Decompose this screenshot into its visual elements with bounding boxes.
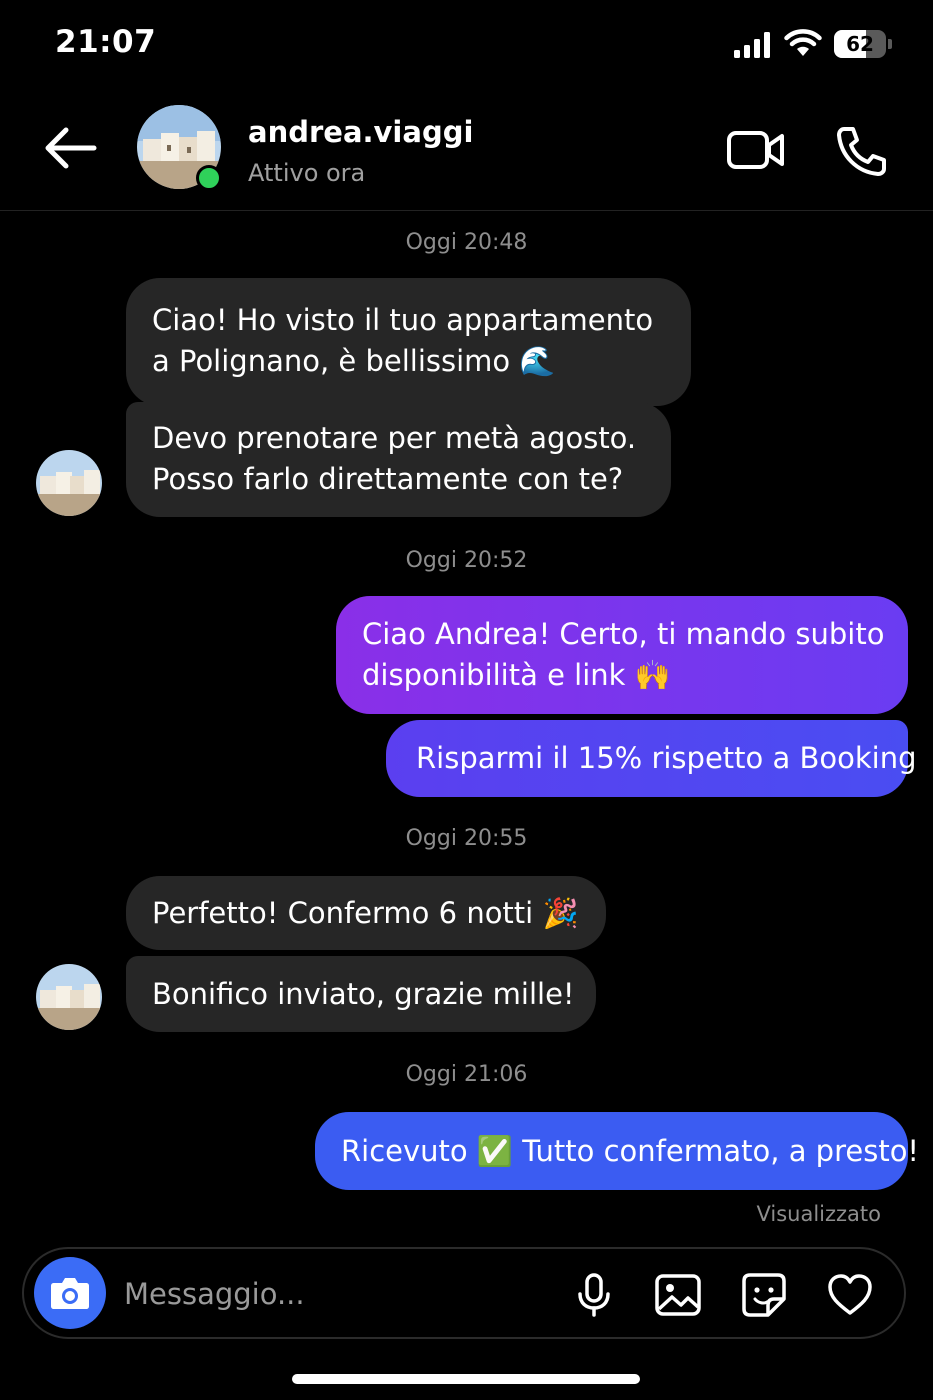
- incoming-message[interactable]: Bonifico inviato, grazie mille!: [126, 956, 596, 1032]
- incoming-message[interactable]: Ciao! Ho visto il tuo appartamento a Pol…: [126, 278, 691, 406]
- timestamp: Oggi 20:55: [405, 826, 528, 851]
- message-line: Posso farlo direttamente con te?: [152, 462, 624, 496]
- incoming-message[interactable]: Perfetto! Confermo 6 notti 🎉: [126, 876, 606, 950]
- battery-level: 62: [846, 32, 874, 56]
- message-input[interactable]: [122, 1269, 546, 1319]
- sender-avatar[interactable]: [36, 964, 102, 1030]
- sender-avatar[interactable]: [36, 450, 102, 516]
- status-bar: 21:07 62: [0, 0, 933, 90]
- heart-icon[interactable]: [826, 1271, 874, 1319]
- message-line: a Polignano, è bellissimo 🌊: [152, 344, 556, 378]
- incoming-message[interactable]: Devo prenotare per metà agosto. Posso fa…: [126, 402, 671, 517]
- message-line: Perfetto! Confermo 6 notti 🎉: [152, 896, 579, 930]
- message-line: Bonifico inviato, grazie mille!: [152, 977, 575, 1011]
- timestamp: Oggi 21:06: [405, 1062, 528, 1087]
- message-line: Ciao Andrea! Certo, ti mando subito: [362, 617, 885, 651]
- message-composer: [22, 1247, 906, 1339]
- outgoing-message[interactable]: Ciao Andrea! Certo, ti mando subito disp…: [336, 596, 908, 714]
- status-time: 21:07: [55, 24, 157, 60]
- outgoing-message[interactable]: Ricevuto ✅ Tutto confermato, a presto!: [315, 1112, 919, 1190]
- gallery-icon[interactable]: [654, 1271, 702, 1319]
- outgoing-message[interactable]: Risparmi il 15% rispetto a Booking: [386, 720, 917, 797]
- seen-receipt: Visualizzato: [756, 1202, 881, 1226]
- online-indicator: [196, 165, 222, 191]
- contact-active-status: Attivo ora: [248, 159, 366, 187]
- message-line: Devo prenotare per metà agosto.: [152, 421, 637, 455]
- phone-call-icon[interactable]: [836, 125, 888, 177]
- microphone-icon[interactable]: [570, 1271, 618, 1319]
- sticker-icon[interactable]: [740, 1271, 788, 1319]
- cellular-signal-icon: [734, 32, 770, 58]
- timestamp: Oggi 20:52: [405, 548, 528, 573]
- message-line: Ciao! Ho visto il tuo appartamento: [152, 303, 654, 337]
- message-line: Risparmi il 15% rispetto a Booking: [416, 741, 917, 775]
- home-indicator[interactable]: [292, 1374, 640, 1384]
- back-arrow-icon[interactable]: [40, 123, 100, 173]
- chat-header: andrea.viaggi Attivo ora: [0, 95, 933, 211]
- video-call-icon[interactable]: [726, 127, 786, 173]
- camera-button[interactable]: [34, 1257, 106, 1329]
- message-line: disponibilità e link 🙌: [362, 658, 671, 692]
- contact-username[interactable]: andrea.viaggi: [248, 115, 473, 149]
- wifi-icon: [784, 29, 822, 56]
- timestamp: Oggi 20:48: [405, 230, 528, 255]
- message-line: Ricevuto ✅ Tutto confermato, a presto!: [341, 1134, 920, 1168]
- camera-icon: [51, 1278, 89, 1309]
- message-thread: Oggi 20:48 Ciao! Ho visto il tuo apparta…: [0, 210, 933, 1245]
- battery-icon: 62: [834, 30, 892, 60]
